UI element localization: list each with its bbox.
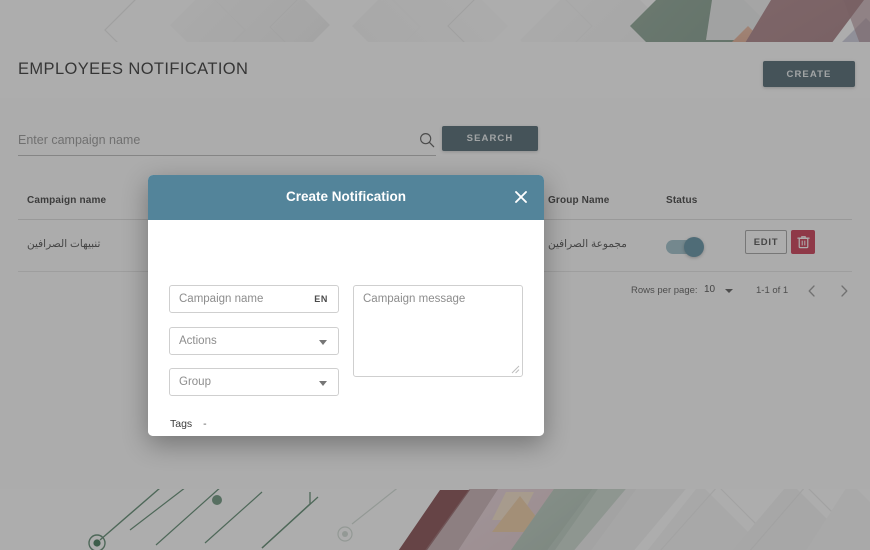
screen-root: EMPLOYEES NOTIFICATION CREATE SEARCH Cam… [0, 0, 870, 550]
tags-value: - [203, 418, 207, 430]
dialog-title: Create Notification [285, 189, 407, 204]
group-select[interactable]: Group [169, 368, 339, 396]
resize-grip-icon[interactable] [511, 365, 520, 374]
campaign-message-textarea[interactable]: Campaign message [353, 285, 523, 377]
chevron-down-icon [319, 340, 327, 345]
dialog-body: Campaign name EN Actions Group Campaign … [148, 220, 544, 436]
actions-select[interactable]: Actions [169, 327, 339, 355]
create-notification-dialog: Create Notification Campaign name EN Act… [148, 175, 544, 436]
actions-placeholder: Actions [179, 335, 217, 347]
chevron-down-icon [319, 381, 327, 386]
campaign-message-placeholder: Campaign message [363, 293, 466, 305]
campaign-name-placeholder: Campaign name [179, 293, 264, 305]
group-placeholder: Group [179, 376, 211, 388]
campaign-name-field[interactable]: Campaign name EN [169, 285, 339, 313]
dialog-header: Create Notification [148, 175, 544, 220]
close-icon[interactable] [512, 188, 530, 206]
tags-label: Tags [170, 418, 193, 430]
tags-row: Tags - [170, 418, 207, 430]
campaign-name-language-suffix: EN [314, 294, 328, 304]
